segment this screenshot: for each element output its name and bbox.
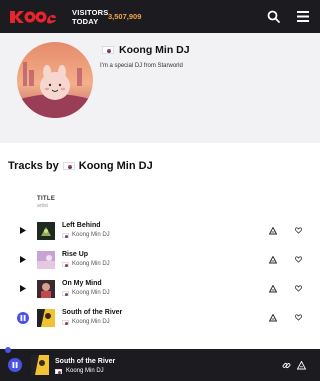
south-korea-flag-icon: [62, 232, 69, 238]
heart-icon[interactable]: [295, 285, 302, 292]
track-row[interactable]: On My Mind Koong Min DJ: [0, 277, 320, 301]
tracks-heading: Tracks by Koong Min DJ: [8, 160, 153, 172]
purchase-icon[interactable]: [269, 227, 277, 235]
south-korea-flag-icon: [62, 319, 69, 325]
track-row[interactable]: Left Behind Koong Min DJ: [0, 219, 320, 243]
progress-handle[interactable]: [5, 347, 11, 353]
purchase-icon[interactable]: [269, 285, 277, 293]
dj-avatar: [17, 42, 93, 118]
track-row[interactable]: Rise Up Koong Min DJ: [0, 248, 320, 272]
track-artist: Koong Min DJ: [62, 232, 110, 238]
link-icon[interactable]: [282, 361, 291, 370]
track-title[interactable]: Rise Up: [62, 251, 88, 258]
south-korea-flag-icon: [55, 368, 62, 374]
track-thumbnail: [37, 251, 55, 269]
track-row-active[interactable]: South of the River Koong Min DJ: [0, 306, 320, 330]
south-korea-flag-icon: [102, 46, 114, 54]
koong-logo[interactable]: [8, 8, 58, 26]
play-icon[interactable]: [20, 256, 26, 263]
track-artist: Koong Min DJ: [62, 261, 110, 267]
play-icon[interactable]: [20, 285, 26, 292]
column-header: TITLE artist: [37, 196, 55, 209]
purchase-icon[interactable]: [297, 361, 306, 370]
column-artist-label: artist: [37, 203, 48, 209]
visitors-today: VISITORS TODAY 3,507,909: [72, 8, 141, 26]
column-title-label: TITLE: [37, 196, 56, 202]
south-korea-flag-icon: [62, 290, 69, 296]
track-artist: Koong Min DJ: [62, 290, 110, 296]
now-playing-title[interactable]: South of the River: [55, 358, 115, 365]
now-playing-thumbnail: [31, 355, 49, 375]
heart-icon[interactable]: [295, 314, 302, 321]
now-playing-artist: Koong Min DJ: [55, 368, 104, 374]
visitors-label: VISITORS TODAY: [72, 7, 109, 26]
player-pause-button[interactable]: [8, 358, 22, 372]
search-icon[interactable]: [266, 10, 280, 24]
track-artist: Koong Min DJ: [62, 319, 110, 325]
dj-profile: Koong Min DJ I'm a special DJ from Starw…: [0, 33, 320, 143]
purchase-icon[interactable]: [269, 314, 277, 322]
south-korea-flag-icon: [62, 162, 75, 170]
heart-icon[interactable]: [295, 227, 302, 234]
visitors-count: 3,507,909: [108, 12, 142, 21]
dj-name-row: Koong Min DJ: [102, 44, 190, 56]
pause-button[interactable]: [17, 312, 29, 324]
track-title[interactable]: On My Mind: [62, 280, 102, 287]
purchase-icon[interactable]: [269, 256, 277, 264]
track-title[interactable]: Left Behind: [62, 222, 101, 229]
menu-icon[interactable]: [296, 10, 310, 24]
heart-icon[interactable]: [295, 256, 302, 263]
play-icon[interactable]: [20, 227, 26, 234]
dj-name: Koong Min DJ: [119, 44, 190, 56]
top-bar: VISITORS TODAY 3,507,909: [0, 0, 320, 33]
south-korea-flag-icon: [62, 261, 69, 267]
pause-icon: [12, 362, 18, 368]
dj-description: I'm a special DJ from Starworld: [100, 63, 183, 69]
track-thumbnail: [37, 222, 55, 240]
track-title[interactable]: South of the River: [62, 309, 122, 316]
tracks-heading-artist: Koong Min DJ: [78, 160, 153, 172]
track-thumbnail: [37, 309, 55, 327]
pause-icon: [20, 315, 26, 321]
now-playing-bar: South of the River Koong Min DJ: [0, 349, 320, 381]
track-thumbnail: [37, 280, 55, 298]
